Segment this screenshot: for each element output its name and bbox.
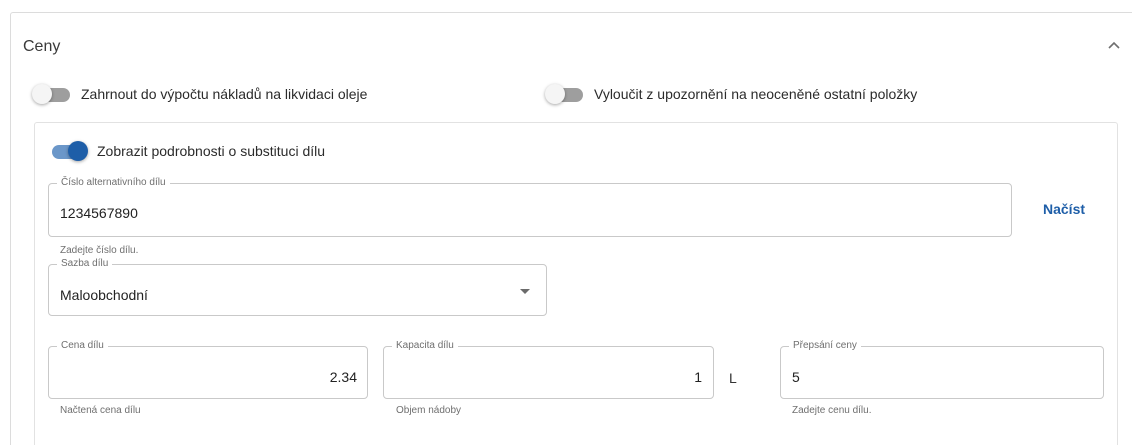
part-price-value[interactable]: 2.34 bbox=[330, 369, 357, 385]
part-rate-value: Maloobchodní bbox=[60, 287, 148, 303]
part-price-hint: Načtená cena dílu bbox=[60, 405, 141, 416]
substitution-toggle-row[interactable]: Zobrazit podrobnosti o substituci dílu bbox=[48, 141, 325, 161]
price-override-value[interactable]: 5 bbox=[792, 369, 800, 385]
switch-thumb bbox=[68, 141, 88, 161]
section-title: Ceny bbox=[23, 38, 61, 55]
part-price-label: Cena dílu bbox=[57, 340, 108, 352]
alt-part-number-value[interactable]: 1234567890 bbox=[60, 205, 138, 221]
part-rate-select[interactable]: Sazba dílu Maloobchodní bbox=[48, 258, 547, 316]
oil-disposal-switch[interactable] bbox=[32, 84, 72, 104]
exclude-unpriced-switch[interactable] bbox=[545, 84, 585, 104]
part-rate-label: Sazba dílu bbox=[57, 258, 113, 270]
part-capacity-label: Kapacita dílu bbox=[392, 340, 458, 352]
exclude-unpriced-toggle-row[interactable]: Vyloučit z upozornění na neoceněné ostat… bbox=[545, 84, 917, 104]
price-override-hint: Zadejte cenu dílu. bbox=[792, 405, 872, 416]
alt-part-number-field[interactable]: Číslo alternativního dílu 1234567890 bbox=[48, 177, 1012, 237]
substitution-details-switch[interactable] bbox=[48, 141, 88, 161]
substitution-details-label: Zobrazit podrobnosti o substituci dílu bbox=[97, 143, 326, 159]
part-capacity-field[interactable]: Kapacita dílu 1 bbox=[383, 340, 714, 399]
load-button[interactable]: Načíst bbox=[1043, 201, 1085, 217]
price-override-field[interactable]: Přepsání ceny 5 bbox=[780, 340, 1104, 399]
switch-thumb bbox=[545, 84, 565, 104]
alt-part-number-label: Číslo alternativního dílu bbox=[57, 177, 170, 189]
dropdown-arrow-icon[interactable] bbox=[520, 289, 530, 294]
alt-part-number-hint: Zadejte číslo dílu. bbox=[60, 245, 139, 256]
capacity-unit: L bbox=[729, 370, 737, 386]
part-capacity-value[interactable]: 1 bbox=[694, 369, 702, 385]
oil-disposal-toggle-row[interactable]: Zahrnout do výpočtu nákladů na likvidaci… bbox=[32, 84, 367, 104]
chevron-up-icon[interactable] bbox=[1104, 38, 1124, 54]
part-price-field[interactable]: Cena dílu 2.34 bbox=[48, 340, 368, 399]
price-override-label: Přepsání ceny bbox=[789, 340, 861, 352]
exclude-unpriced-label: Vyloučit z upozornění na neoceněné ostat… bbox=[594, 86, 918, 102]
part-capacity-hint: Objem nádoby bbox=[396, 405, 462, 416]
switch-thumb bbox=[32, 84, 52, 104]
oil-disposal-label: Zahrnout do výpočtu nákladů na likvidaci… bbox=[81, 86, 368, 102]
